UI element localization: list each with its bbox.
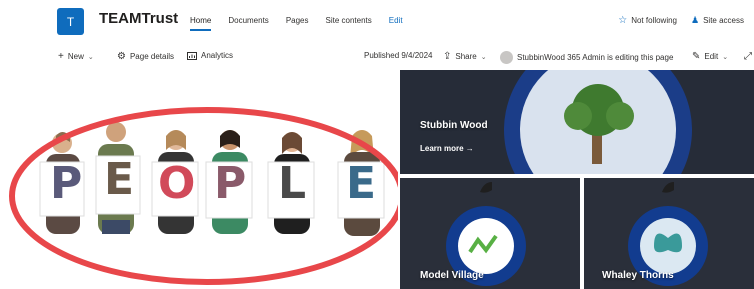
chevron-down-icon: ⌄ [87, 53, 94, 61]
star-icon: ☆ [618, 15, 628, 26]
expand-icon-glyph: ⤢ [744, 51, 752, 62]
site-title[interactable]: TEAMTrust [99, 10, 178, 27]
page-details-label: Page details [129, 52, 174, 61]
nav-item-pages[interactable]: Pages [286, 16, 309, 25]
editing-label: StubbinWood 365 Admin is editing this pa… [517, 53, 674, 62]
hero-people-image[interactable]: P E O P L E [0, 70, 398, 289]
tile-model-village[interactable]: Model Village [400, 178, 580, 289]
plus-icon: + [58, 51, 64, 62]
tile-stubbin-wood[interactable]: Stubbin Wood Learn more → [400, 70, 754, 174]
tile-title: Stubbin Wood [420, 120, 488, 131]
share-button[interactable]: ⇪ Share ⌄ [443, 51, 487, 62]
site-access-label: Site access [703, 16, 744, 25]
tile-title: Whaley Thorns [602, 270, 674, 281]
people-letter: O [158, 158, 196, 209]
chevron-down-icon: ⌄ [722, 53, 729, 61]
learn-more-link[interactable]: Learn more → [420, 144, 474, 153]
edit-label: Edit [704, 52, 719, 61]
chevron-down-icon: ⌄ [480, 53, 487, 61]
follow-label: Not following [631, 16, 678, 25]
site-logo-letter: T [66, 14, 75, 29]
site-header: T TEAMTrust Home Documents Pages Site co… [0, 0, 754, 40]
tile-title: Model Village [420, 270, 484, 281]
pencil-icon: ✎ [692, 51, 701, 62]
nav-item-home[interactable]: Home [190, 16, 212, 31]
site-access-button[interactable]: ♟ Site access [691, 15, 744, 26]
command-bar: + New ⌄ ⚙ Page details Analytics Publish… [0, 44, 754, 68]
new-button[interactable]: + New ⌄ [58, 51, 94, 62]
nav-item-site-contents[interactable]: Site contents [326, 16, 372, 25]
share-icon: ⇪ [443, 51, 452, 62]
edit-button[interactable]: ✎ Edit ⌄ [692, 51, 728, 62]
published-status: Published 9/4/2024 [364, 51, 433, 60]
analytics-button[interactable]: Analytics [187, 51, 233, 60]
nav-item-documents[interactable]: Documents [228, 16, 268, 25]
people-letter: E [104, 154, 135, 205]
site-logo[interactable]: T [57, 8, 84, 35]
expand-icon[interactable]: ⤢ [744, 51, 752, 62]
avatar [500, 51, 513, 64]
nav-edit-link[interactable]: Edit [389, 16, 403, 25]
header-actions: ☆ Not following ♟ Site access [618, 15, 744, 26]
share-label: Share [455, 52, 477, 61]
follow-button[interactable]: ☆ Not following [618, 15, 677, 26]
gear-icon: ⚙ [117, 51, 126, 62]
people-letter: E [346, 158, 377, 209]
letter-boards [39, 155, 385, 219]
analytics-label: Analytics [201, 51, 234, 60]
published-label: Published 9/4/2024 [364, 51, 433, 60]
hero-webpart: P E O P L E Stubbin Wood Learn more → Mo… [0, 70, 754, 289]
people-letter: P [50, 158, 83, 209]
editing-status: StubbinWood 365 Admin is editing this pa… [500, 51, 673, 64]
site-navigation: Home Documents Pages Site contents Edit [190, 16, 420, 31]
people-letter: L [278, 158, 307, 209]
tile-whaley-thorns[interactable]: Whaley Thorns [584, 178, 754, 289]
people-letter: P [214, 158, 247, 209]
analytics-icon [187, 51, 197, 60]
page-details-button[interactable]: ⚙ Page details [117, 51, 174, 62]
people-icon: ♟ [691, 15, 700, 25]
new-label: New [67, 52, 84, 61]
